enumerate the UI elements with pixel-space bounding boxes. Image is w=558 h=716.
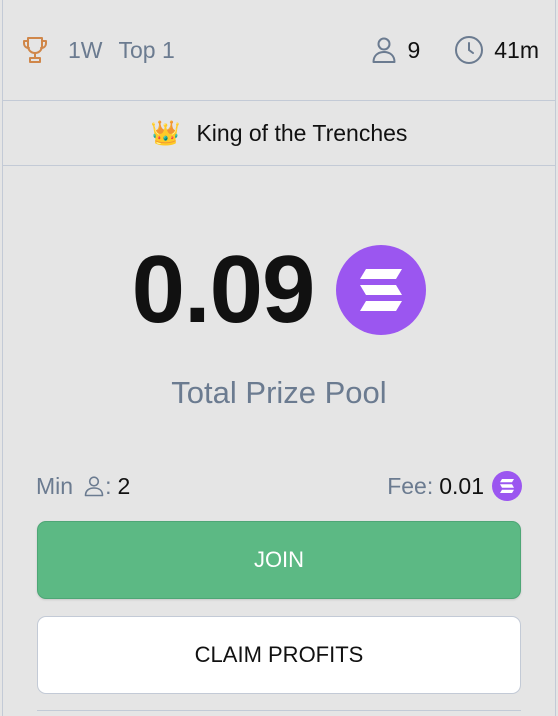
join-button[interactable]: JOIN (37, 521, 521, 599)
fee-value: 0.01 (439, 472, 484, 499)
prize-pool-label: Total Prize Pool (171, 375, 387, 410)
competition-title-text: King of the Trenches (196, 119, 408, 146)
min-value: 2 (117, 472, 131, 499)
trophy-icon (23, 37, 47, 63)
timeframe-label: 1W (68, 36, 103, 63)
competition-card: 1W Top 1 9 41m 👑 King of the Trenches 0.… (2, 0, 556, 716)
prize-pool: 0.09 (3, 242, 555, 338)
min-players: Min : 2 (36, 473, 130, 500)
clock-icon (455, 36, 484, 64)
rank-label: Top 1 (118, 36, 175, 63)
header-right: 9 41m (371, 35, 539, 65)
solana-icon (336, 245, 427, 335)
time-left: 41m (494, 36, 539, 63)
min-label: Min (36, 472, 74, 499)
time-left-stat: 41m (454, 35, 539, 65)
user-icon (84, 476, 104, 497)
fee-label: Fee: (387, 472, 434, 499)
divider (37, 710, 521, 711)
competition-title: 👑 King of the Trenches (3, 101, 555, 166)
crown-icon: 👑 (150, 119, 181, 147)
min-colon: : (105, 472, 112, 499)
participants-count: 9 (407, 36, 421, 63)
solana-icon (492, 471, 522, 501)
user-icon (372, 37, 396, 63)
prize-pool-amount: 0.09 (131, 236, 316, 343)
header-left: 1W Top 1 (20, 35, 371, 65)
claim-profits-button[interactable]: CLAIM PROFITS (37, 616, 521, 694)
card-header: 1W Top 1 9 41m (3, 0, 555, 101)
participants-stat: 9 (371, 36, 420, 64)
entry-fee: Fee: 0.01 (387, 471, 522, 501)
entry-requirements: Min : 2 Fee: 0.01 (3, 471, 555, 501)
